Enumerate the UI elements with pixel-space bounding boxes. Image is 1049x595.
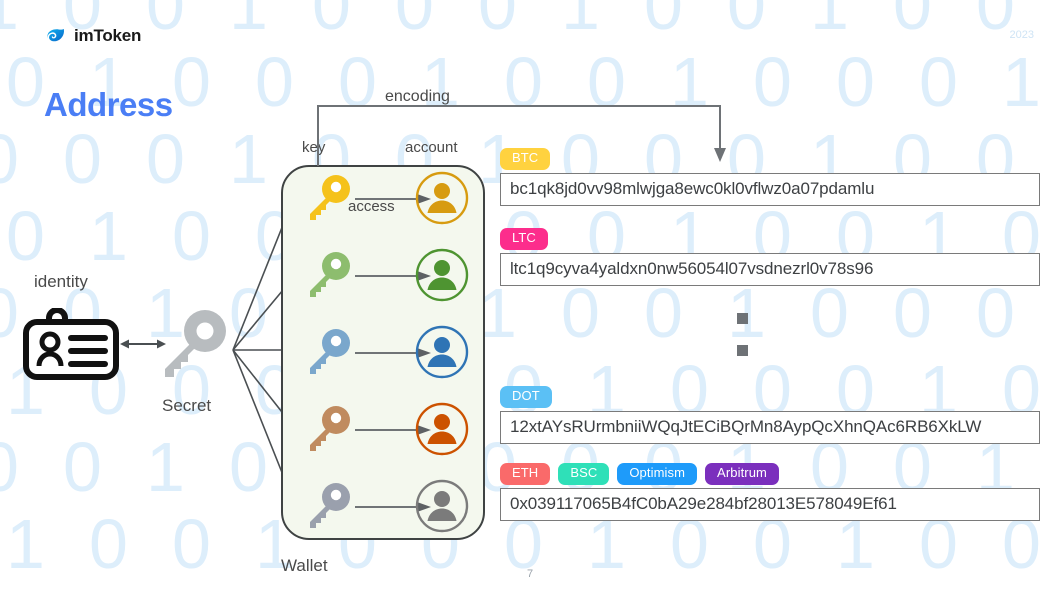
page-number: 7: [527, 568, 534, 580]
vertical-ellipsis-icon: [737, 313, 749, 365]
brand-logo: imToken: [46, 26, 141, 46]
wallet-row: [281, 401, 485, 457]
address-field[interactable]: 12xtAYsRUrmbniiWQqJtECiBQrMn8AypQcXhnQAc…: [500, 410, 1040, 444]
key-icon-wrapper: [303, 326, 355, 378]
year-label: 2023: [1009, 29, 1034, 41]
person-avatar-icon: [415, 325, 469, 379]
person-avatar-icon: [415, 248, 469, 302]
account-icon-wrapper: [414, 401, 470, 457]
chain-badge[interactable]: Arbitrum: [705, 463, 779, 485]
page-title: Address: [44, 86, 173, 123]
key-icon: [310, 329, 350, 374]
brand-name: imToken: [74, 26, 142, 45]
chain-badge-row: ETH BSC Optimism Arbitrum: [500, 463, 1040, 485]
secret-label: Secret: [162, 396, 212, 415]
gray-key-icon: [165, 310, 226, 377]
address-field[interactable]: ltc1q9cyva4yaldxn0nw56054l07vsdnezrl0v78…: [500, 252, 1040, 286]
wallet-label: Wallet: [281, 556, 328, 575]
key-icon: [310, 406, 350, 451]
chain-badge[interactable]: Optimism: [617, 463, 698, 485]
key-icon-wrapper: [303, 249, 355, 301]
wallet-row: [281, 324, 485, 380]
address-field[interactable]: bc1qk8jd0vv98mlwjga8ewc0kl0vflwz0a07pdam…: [500, 172, 1040, 206]
chain-badge-row: BTC: [500, 148, 1040, 170]
address-field[interactable]: 0x039117065B4fC0bA29e284bf28013E578049Ef…: [500, 487, 1040, 521]
address-group: BTC bc1qk8jd0vv98mlwjga8ewc0kl0vflwz0a07p…: [500, 148, 1040, 206]
key-icon: [310, 175, 350, 220]
chain-badge[interactable]: ETH: [500, 463, 551, 485]
person-avatar-icon: [415, 402, 469, 456]
identity-label: identity: [34, 272, 88, 291]
wallet-row: [281, 478, 485, 534]
address-group: DOT 12xtAYsRUrmbniiWQqJtECiBQrMn8AypQcXhn…: [500, 386, 1040, 444]
chain-badge[interactable]: BSC: [558, 463, 610, 485]
id-badge-card-icon: [23, 308, 119, 380]
key-icon-wrapper: [303, 172, 355, 224]
account-icon-wrapper: [414, 247, 470, 303]
chain-badge-row: LTC: [500, 228, 1040, 250]
chain-badge[interactable]: DOT: [500, 386, 552, 408]
key-icon-wrapper: [303, 480, 355, 532]
chain-badge[interactable]: LTC: [500, 228, 548, 250]
key-icon: [310, 483, 350, 528]
account-icon-wrapper: [414, 324, 470, 380]
key-icon: [310, 252, 350, 297]
address-group: ETH BSC Optimism Arbitrum 0x039117065B4fC0bA…: [500, 463, 1040, 521]
imtoken-swirl-logo-icon: [47, 29, 65, 42]
wallet-row: [281, 247, 485, 303]
address-group: LTC ltc1q9cyva4yaldxn0nw56054l07vsdnezrl0…: [500, 228, 1040, 286]
key-icon-wrapper: [303, 403, 355, 455]
chain-badge[interactable]: BTC: [500, 148, 551, 170]
account-icon-wrapper: [414, 170, 470, 226]
encoding-label: encoding: [385, 88, 450, 105]
person-avatar-icon: [415, 171, 469, 225]
account-icon-wrapper: [414, 478, 470, 534]
chain-badge-row: DOT: [500, 386, 1040, 408]
person-avatar-icon: [415, 479, 469, 533]
wallet-row: [281, 170, 485, 226]
